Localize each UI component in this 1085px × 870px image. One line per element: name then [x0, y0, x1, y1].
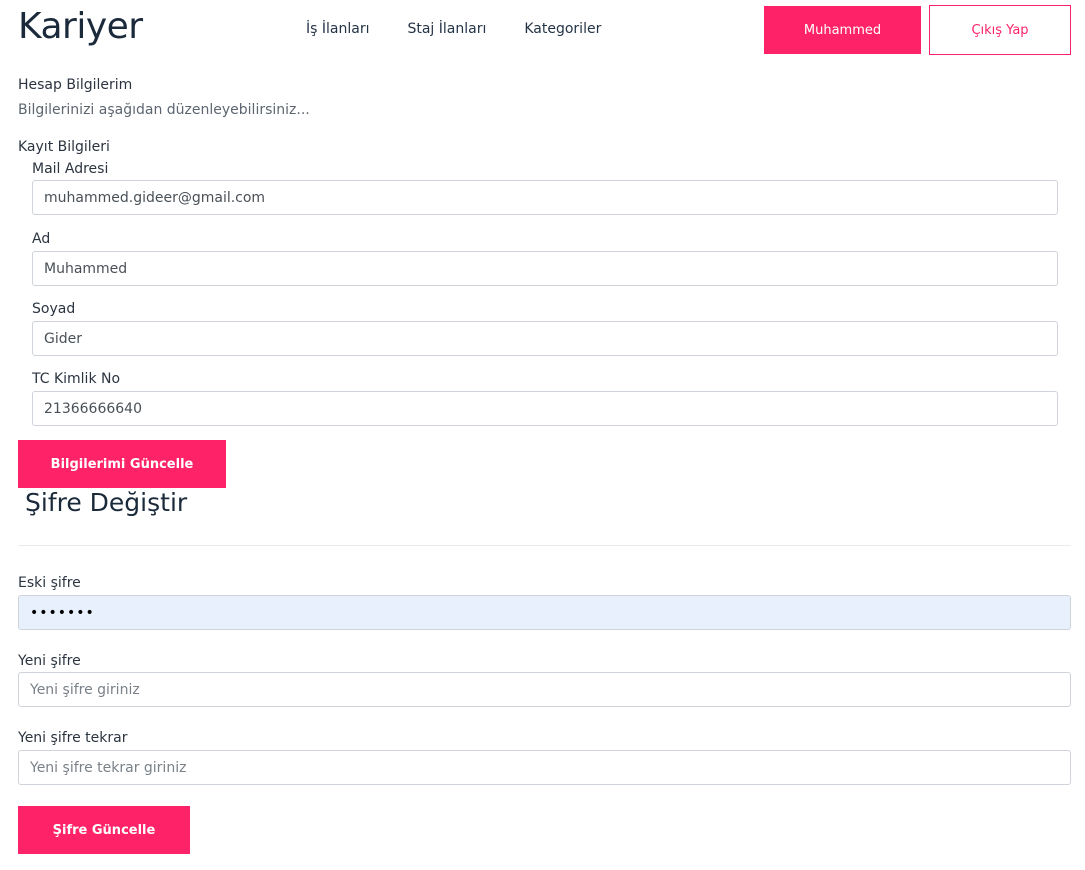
email-field[interactable] [32, 180, 1058, 215]
last-name-field[interactable] [32, 321, 1058, 356]
site-logo[interactable]: Kariyer [18, 6, 143, 47]
user-profile-button[interactable]: Muhammed [764, 6, 921, 54]
logout-button[interactable]: Çıkış Yap [929, 5, 1071, 55]
new-password-label: Yeni şifre [18, 653, 81, 669]
email-label: Mail Adresi [32, 161, 109, 177]
nav-categories[interactable]: Kategoriler [524, 21, 601, 37]
section-divider [18, 545, 1071, 546]
old-password-label: Eski şifre [18, 575, 81, 591]
account-title: Hesap Bilgilerim [18, 77, 133, 93]
update-password-button[interactable]: Şifre Güncelle [18, 806, 190, 854]
tc-id-label: TC Kimlik No [32, 371, 121, 387]
update-info-button[interactable]: Bilgilerimi Güncelle [18, 440, 226, 488]
last-name-label: Soyad [32, 301, 76, 317]
repeat-password-label: Yeni şifre tekrar [18, 730, 128, 746]
first-name-label: Ad [32, 231, 51, 247]
registration-section-label: Kayıt Bilgileri [18, 139, 110, 155]
repeat-password-field[interactable] [18, 750, 1071, 785]
tc-id-field[interactable] [32, 391, 1058, 426]
old-password-field[interactable] [18, 595, 1071, 630]
nav-internship-listings[interactable]: Staj İlanları [407, 21, 486, 37]
new-password-field[interactable] [18, 672, 1071, 707]
first-name-field[interactable] [32, 251, 1058, 286]
account-subtitle: Bilgilerinizi aşağıdan düzenleyebilirsin… [18, 102, 310, 118]
main-nav: İş İlanları Staj İlanları Kategoriler [306, 21, 639, 37]
change-password-title: Şifre Değiştir [25, 488, 188, 517]
nav-job-listings[interactable]: İş İlanları [306, 21, 369, 37]
